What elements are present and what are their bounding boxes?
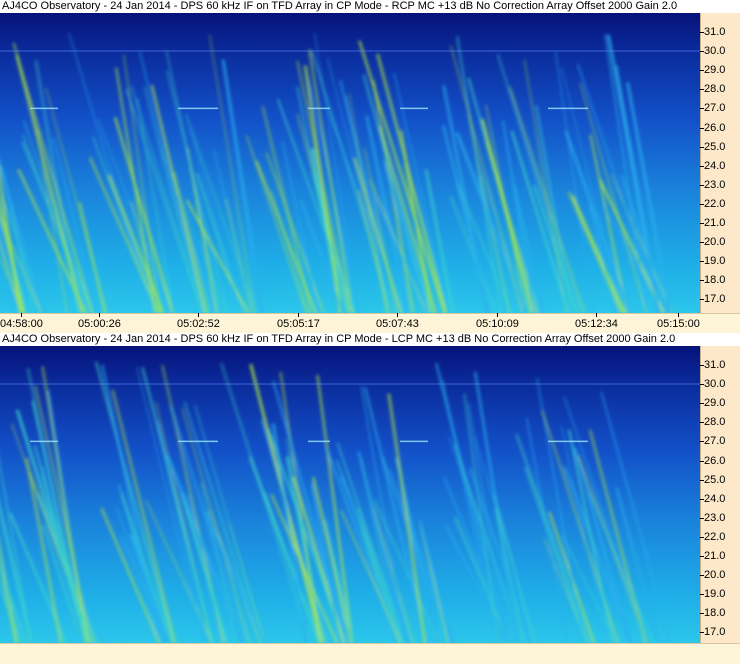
frequency-tick-label: 23.0 <box>699 179 725 191</box>
frequency-tick-label: 28.0 <box>699 416 725 428</box>
frequency-tick-label: 30.0 <box>699 45 725 57</box>
frequency-axis-rcp: 31.0 30.0 29.0 28.0 27.0 26.0 25.0 24.0 23.0 22.0… <box>699 13 740 313</box>
spectrogram-panel-lcp: AJ4CO Observatory - 24 Jan 2014 - DPS 60… <box>0 333 740 643</box>
frequency-tick-label: 18.0 <box>699 274 725 286</box>
spectrogram-panel-rcp: AJ4CO Observatory - 24 Jan 2014 - DPS 60… <box>0 0 740 313</box>
spectrogram-rcp[interactable] <box>0 13 700 313</box>
frequency-tick-label: 19.0 <box>699 588 725 600</box>
frequency-tick-label: 29.0 <box>699 64 725 76</box>
frequency-tick-label: 27.0 <box>699 435 725 447</box>
frequency-axis-lcp: 31.0 30.0 29.0 28.0 27.0 26.0 25.0 24.0 23.0 22.0… <box>699 346 740 643</box>
frequency-tick-label: 20.0 <box>699 569 725 581</box>
frequency-tick-label: 31.0 <box>699 26 725 38</box>
frequency-tick-label: 31.0 <box>699 359 725 371</box>
time-tick-label: 05:00:26 <box>78 313 121 330</box>
frequency-tick-label: 25.0 <box>699 141 725 153</box>
time-tick-label: 05:05:17 <box>277 313 320 330</box>
frequency-tick-label: 27.0 <box>699 102 725 114</box>
frequency-tick-label: 25.0 <box>699 474 725 486</box>
time-tick-label: 05:07:43 <box>376 313 419 330</box>
frequency-tick-label: 30.0 <box>699 378 725 390</box>
time-tick-label: 04:58:00 <box>0 313 43 330</box>
frequency-tick-label: 20.0 <box>699 236 725 248</box>
time-tick-label: 05:10:09 <box>476 313 519 330</box>
frequency-tick-label: 29.0 <box>699 397 725 409</box>
frequency-tick-label: 23.0 <box>699 512 725 524</box>
frequency-tick-label: 17.0 <box>699 293 725 305</box>
frequency-tick-label: 21.0 <box>699 217 725 229</box>
spectrogram-lcp[interactable] <box>0 346 700 643</box>
frequency-tick-label: 26.0 <box>699 455 725 467</box>
time-tick-label: 05:15:00 <box>657 313 700 330</box>
panel-title-rcp: AJ4CO Observatory - 24 Jan 2014 - DPS 60… <box>0 0 700 13</box>
frequency-tick-label: 26.0 <box>699 122 725 134</box>
panel-title-lcp: AJ4CO Observatory - 24 Jan 2014 - DPS 60… <box>0 333 700 346</box>
spectrogram-background <box>0 13 700 313</box>
frequency-tick-label: 21.0 <box>699 550 725 562</box>
frequency-tick-label: 28.0 <box>699 83 725 95</box>
frequency-tick-label: 17.0 <box>699 626 725 638</box>
time-axis: 04:58:00 05:00:26 05:02:52 05:05:17 05:07:43… <box>0 313 740 333</box>
status-strip <box>0 643 740 664</box>
frequency-tick-label: 22.0 <box>699 531 725 543</box>
frequency-tick-label: 24.0 <box>699 160 725 172</box>
frequency-tick-label: 22.0 <box>699 198 725 210</box>
time-tick-label: 05:02:52 <box>177 313 220 330</box>
frequency-tick-label: 24.0 <box>699 493 725 505</box>
frequency-tick-label: 19.0 <box>699 255 725 267</box>
time-tick-label: 05:12:34 <box>575 313 618 330</box>
frequency-tick-label: 18.0 <box>699 607 725 619</box>
